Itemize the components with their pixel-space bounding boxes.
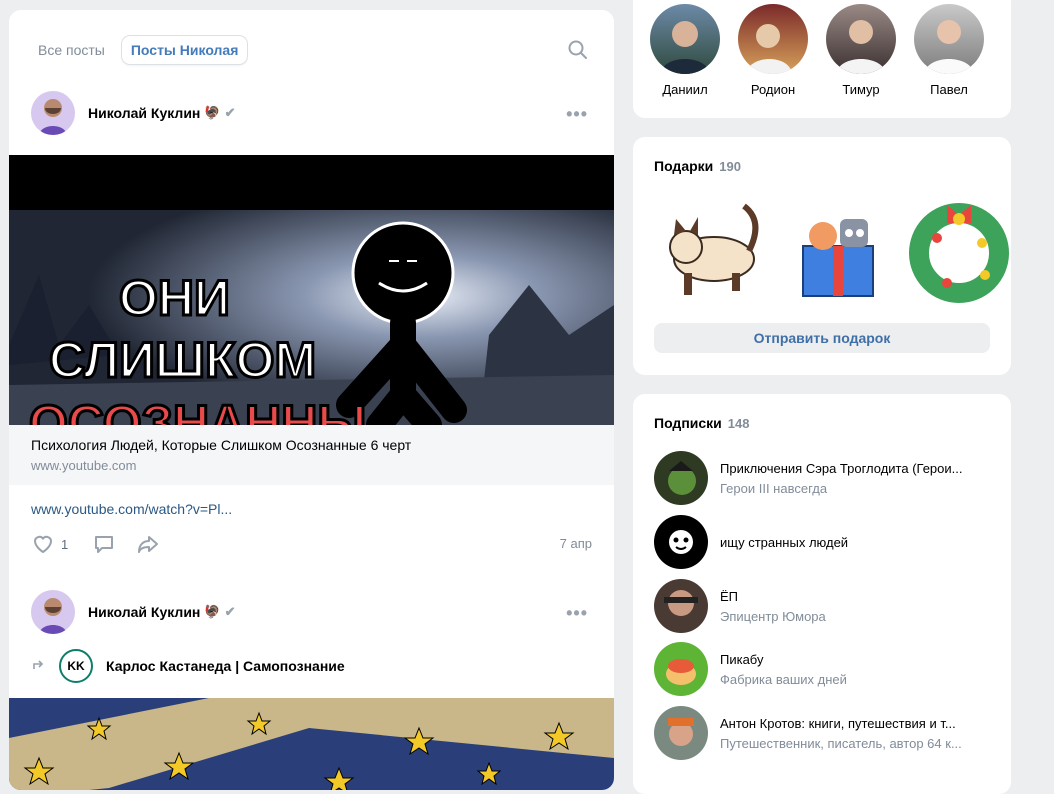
subscription-name[interactable]: Приключения Сэра Троглодита (Герои... <box>720 461 990 476</box>
repost-group-name[interactable]: Карлос Кастанеда | Самопознание <box>106 658 345 674</box>
wall-feed: Все посты Посты Николая Николай Куклин 🦃 ✔… <box>9 10 614 790</box>
like-button[interactable]: 1 <box>31 532 68 556</box>
verified-icon: ✔ <box>224 105 236 120</box>
friend-item[interactable]: Тимур <box>821 4 901 97</box>
subscriptions-title: Подписки <box>654 415 722 431</box>
thumbnail-text-3: ОСОЗНАННЫ <box>29 395 366 425</box>
friends-block: Даниил Родион Тимур Павел <box>633 0 1011 118</box>
tab-all-posts[interactable]: Все посты <box>29 36 114 64</box>
share-button[interactable] <box>136 532 160 556</box>
subscriptions-header[interactable]: Подписки 148 <box>654 415 749 431</box>
like-count: 1 <box>61 536 69 552</box>
subscription-item[interactable]: ЁП Эпицентр Юмора <box>654 579 994 633</box>
group-avatar <box>654 579 708 633</box>
post-date[interactable]: 7 апр <box>560 536 592 551</box>
subscriptions-block: Подписки 148 Приключения Сэра Троглодита … <box>633 394 1011 794</box>
link-domain: www.youtube.com <box>31 458 137 473</box>
share-icon <box>138 536 159 553</box>
more-options-icon[interactable]: ••• <box>566 104 588 125</box>
subscription-item[interactable]: ищу странных людей <box>654 515 994 569</box>
comment-button[interactable] <box>92 532 116 556</box>
send-gift-button[interactable]: Отправить подарок <box>654 323 990 353</box>
verified-icon: ✔ <box>224 604 236 619</box>
avatar[interactable] <box>31 590 75 634</box>
friend-item[interactable]: Даниил <box>645 4 725 97</box>
post-url-link[interactable]: www.youtube.com/watch?v=Pl... <box>31 501 232 517</box>
gift-box[interactable] <box>788 201 888 301</box>
comment-icon <box>95 536 114 553</box>
friend-item[interactable]: Павел <box>909 4 989 97</box>
thumbnail-text-1: ОНИ <box>119 270 230 326</box>
avatar <box>738 4 808 74</box>
subscription-item[interactable]: Антон Кротов: книги, путешествия и т... П… <box>654 706 994 760</box>
friend-item[interactable]: Родион <box>733 4 813 97</box>
subscription-item[interactable]: Пикабу Фабрика ваших дней <box>654 642 994 696</box>
repost-icon <box>33 660 44 669</box>
avatar <box>914 4 984 74</box>
gifts-count: 190 <box>719 159 741 174</box>
avatar <box>650 4 720 74</box>
link-snippet[interactable]: Психология Людей, Которые Слишком Осозна… <box>9 425 614 485</box>
group-logo[interactable]: KK <box>59 649 93 683</box>
status-emoji: 🦃 <box>204 105 221 120</box>
subscription-name[interactable]: Антон Кротов: книги, путешествия и т... <box>720 716 990 731</box>
friend-name[interactable]: Павел <box>909 82 989 97</box>
tab-owner-posts[interactable]: Посты Николая <box>121 36 248 64</box>
friend-name[interactable]: Тимур <box>821 82 901 97</box>
group-avatar <box>654 515 708 569</box>
heart-icon <box>33 535 53 554</box>
post-header: Николай Куклин 🦃 ✔ <box>31 590 235 634</box>
thumbnail-text-2: СЛИШКОМ <box>49 332 316 388</box>
search-icon[interactable] <box>568 40 588 60</box>
wall-tabs: Все посты Посты Николая <box>29 34 255 66</box>
friend-name[interactable]: Родион <box>733 82 813 97</box>
subscription-desc: Фабрика ваших дней <box>720 671 847 687</box>
subscription-name[interactable]: ищу странных людей <box>720 535 990 550</box>
link-title[interactable]: Психология Людей, Которые Слишком Осозна… <box>31 437 411 453</box>
gifts-block: Подарки 190 Отправить подарок <box>633 137 1011 375</box>
gifts-title: Подарки <box>654 158 714 174</box>
subscription-desc: Путешественник, писатель, автор 64 к... <box>720 735 962 751</box>
post-author[interactable]: Николай Куклин <box>88 604 200 620</box>
more-options-icon[interactable]: ••• <box>566 603 588 624</box>
group-avatar <box>654 451 708 505</box>
gift-wreath[interactable] <box>907 193 1011 303</box>
subscription-desc: Эпицентр Юмора <box>720 608 826 624</box>
group-avatar <box>654 706 708 760</box>
post-image[interactable] <box>9 698 614 790</box>
group-avatar <box>654 642 708 696</box>
friend-name[interactable]: Даниил <box>645 82 725 97</box>
subscriptions-count: 148 <box>727 416 750 431</box>
subscription-name[interactable]: Пикабу <box>720 652 990 667</box>
gift-cat[interactable] <box>654 189 769 304</box>
subscription-desc: Герои III навсегда <box>720 480 828 496</box>
post-author[interactable]: Николай Куклин <box>88 105 200 121</box>
subscription-name[interactable]: ЁП <box>720 589 990 604</box>
avatar[interactable] <box>31 91 75 135</box>
repost-source: KK Карлос Кастанеда | Самопознание <box>31 648 345 684</box>
post-actions: 1 <box>31 532 174 556</box>
avatar <box>826 4 896 74</box>
video-thumbnail[interactable]: ОНИ СЛИШКОМ ОСОЗНАННЫ <box>9 155 614 425</box>
status-emoji: 🦃 <box>204 604 221 619</box>
gifts-header[interactable]: Подарки 190 <box>654 158 741 174</box>
subscription-item[interactable]: Приключения Сэра Троглодита (Герои... Гер… <box>654 451 994 505</box>
post-header: Николай Куклин 🦃 ✔ <box>31 91 235 135</box>
